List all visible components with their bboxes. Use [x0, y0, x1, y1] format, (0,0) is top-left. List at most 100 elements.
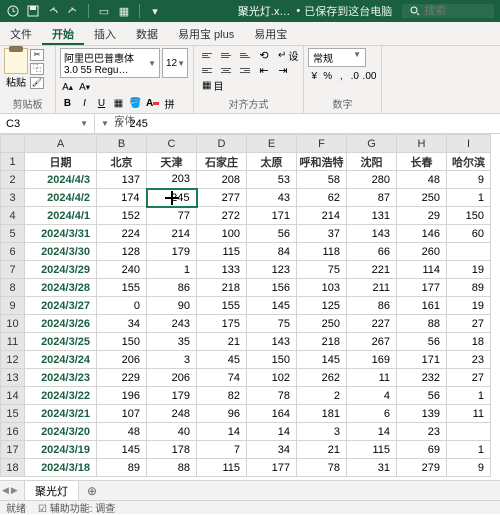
row-header[interactable]: 6: [1, 243, 25, 261]
data-cell[interactable]: 248: [147, 405, 197, 423]
phonetic-button[interactable]: 拼: [162, 96, 177, 110]
row-header[interactable]: 3: [1, 189, 25, 207]
formula-input[interactable]: 245: [129, 118, 147, 130]
data-cell[interactable]: 206: [97, 351, 147, 369]
increase-decimal-icon[interactable]: .0: [349, 69, 362, 83]
data-cell[interactable]: 75: [247, 315, 297, 333]
data-cell[interactable]: 19: [447, 261, 491, 279]
data-cell[interactable]: 123: [247, 261, 297, 279]
paste-icon[interactable]: [4, 48, 28, 74]
data-cell[interactable]: 45: [197, 351, 247, 369]
table-header-cell[interactable]: 北京: [97, 153, 147, 171]
table-header-cell[interactable]: 沈阳: [347, 153, 397, 171]
data-cell[interactable]: 208: [197, 171, 247, 189]
fx-icon[interactable]: fx: [115, 118, 124, 130]
data-cell[interactable]: 89: [97, 459, 147, 477]
format-painter-icon[interactable]: 🖌: [30, 77, 44, 89]
data-cell[interactable]: 145: [297, 351, 347, 369]
data-cell[interactable]: 78: [247, 387, 297, 405]
table-header-cell[interactable]: 日期: [25, 153, 97, 171]
data-cell[interactable]: 150: [447, 207, 491, 225]
data-cell[interactable]: 18: [447, 333, 491, 351]
data-cell[interactable]: 23: [447, 351, 491, 369]
column-header[interactable]: H: [397, 135, 447, 153]
table-header-cell[interactable]: 太原: [247, 153, 297, 171]
date-cell[interactable]: 2024/3/31: [25, 225, 97, 243]
data-cell[interactable]: 224: [97, 225, 147, 243]
paste-button[interactable]: 粘贴: [6, 74, 26, 89]
font-size-combo[interactable]: 12▼: [162, 48, 188, 78]
data-cell[interactable]: 77: [147, 207, 197, 225]
data-cell[interactable]: 19: [447, 297, 491, 315]
data-cell[interactable]: 267: [347, 333, 397, 351]
data-cell[interactable]: 107: [97, 405, 147, 423]
data-cell[interactable]: 277: [197, 189, 247, 207]
column-header[interactable]: B: [97, 135, 147, 153]
qat-icon-1[interactable]: ▭: [97, 4, 111, 18]
bold-button[interactable]: B: [60, 96, 75, 110]
align-left-icon[interactable]: [198, 63, 216, 77]
column-header[interactable]: I: [447, 135, 491, 153]
font-name-combo[interactable]: 阿里巴巴普惠体 3.0 55 Regu…▼: [60, 48, 160, 78]
indent-increase-icon[interactable]: ⇥: [274, 63, 292, 77]
data-cell[interactable]: 34: [247, 441, 297, 459]
font-color-button[interactable]: A: [145, 96, 160, 110]
data-cell[interactable]: 145: [247, 297, 297, 315]
column-header[interactable]: E: [247, 135, 297, 153]
data-cell[interactable]: 1: [147, 261, 197, 279]
data-cell[interactable]: 27: [447, 315, 491, 333]
sheet-nav-prev-icon[interactable]: ◀: [2, 485, 9, 496]
row-header[interactable]: 18: [1, 459, 25, 477]
data-cell[interactable]: 88: [147, 459, 197, 477]
data-cell[interactable]: 250: [297, 315, 347, 333]
data-cell[interactable]: 7: [197, 441, 247, 459]
date-cell[interactable]: 2024/3/22: [25, 387, 97, 405]
row-header[interactable]: 17: [1, 441, 25, 459]
table-header-cell[interactable]: 长春: [397, 153, 447, 171]
data-cell[interactable]: 14: [247, 423, 297, 441]
data-cell[interactable]: 1: [447, 387, 491, 405]
data-cell[interactable]: 74: [197, 369, 247, 387]
data-cell[interactable]: 48: [97, 423, 147, 441]
autosave-icon[interactable]: [6, 4, 20, 18]
data-cell[interactable]: 206: [147, 369, 197, 387]
row-header[interactable]: 16: [1, 423, 25, 441]
data-cell[interactable]: 11: [447, 405, 491, 423]
row-header[interactable]: 5: [1, 225, 25, 243]
data-cell[interactable]: 272: [197, 207, 247, 225]
align-middle-icon[interactable]: [217, 48, 235, 62]
data-cell[interactable]: [447, 423, 491, 441]
data-cell[interactable]: 35: [147, 333, 197, 351]
date-cell[interactable]: 2024/4/3: [25, 171, 97, 189]
data-cell[interactable]: 21: [297, 441, 347, 459]
table-header-cell[interactable]: 石家庄: [197, 153, 247, 171]
data-cell[interactable]: 43: [247, 189, 297, 207]
data-cell[interactable]: 56: [397, 333, 447, 351]
undo-icon[interactable]: [46, 4, 60, 18]
name-box[interactable]: C3▼: [0, 114, 95, 133]
date-cell[interactable]: 2024/3/19: [25, 441, 97, 459]
data-cell[interactable]: 66: [347, 243, 397, 261]
tab-eyongbao-plus[interactable]: 易用宝 plus: [168, 22, 244, 45]
data-cell[interactable]: 87: [347, 189, 397, 207]
data-cell[interactable]: 171: [247, 207, 297, 225]
align-bottom-icon[interactable]: [236, 48, 254, 62]
data-cell[interactable]: 152: [97, 207, 147, 225]
qat-icon-2[interactable]: ▦: [117, 4, 131, 18]
data-cell[interactable]: 125: [297, 297, 347, 315]
data-cell[interactable]: 133: [197, 261, 247, 279]
tab-file[interactable]: 文件: [0, 22, 42, 45]
data-cell[interactable]: 3: [147, 351, 197, 369]
orientation-icon[interactable]: ⟲: [255, 48, 273, 62]
data-cell[interactable]: 78: [297, 459, 347, 477]
data-cell[interactable]: 82: [197, 387, 247, 405]
data-cell[interactable]: 48: [397, 171, 447, 189]
date-cell[interactable]: 2024/3/20: [25, 423, 97, 441]
data-cell[interactable]: 56: [247, 225, 297, 243]
data-cell[interactable]: 31: [347, 459, 397, 477]
search-input[interactable]: [424, 5, 474, 17]
data-cell[interactable]: 171: [397, 351, 447, 369]
date-cell[interactable]: 2024/3/21: [25, 405, 97, 423]
data-cell[interactable]: 100: [197, 225, 247, 243]
number-format-combo[interactable]: 常规▼: [308, 48, 366, 67]
